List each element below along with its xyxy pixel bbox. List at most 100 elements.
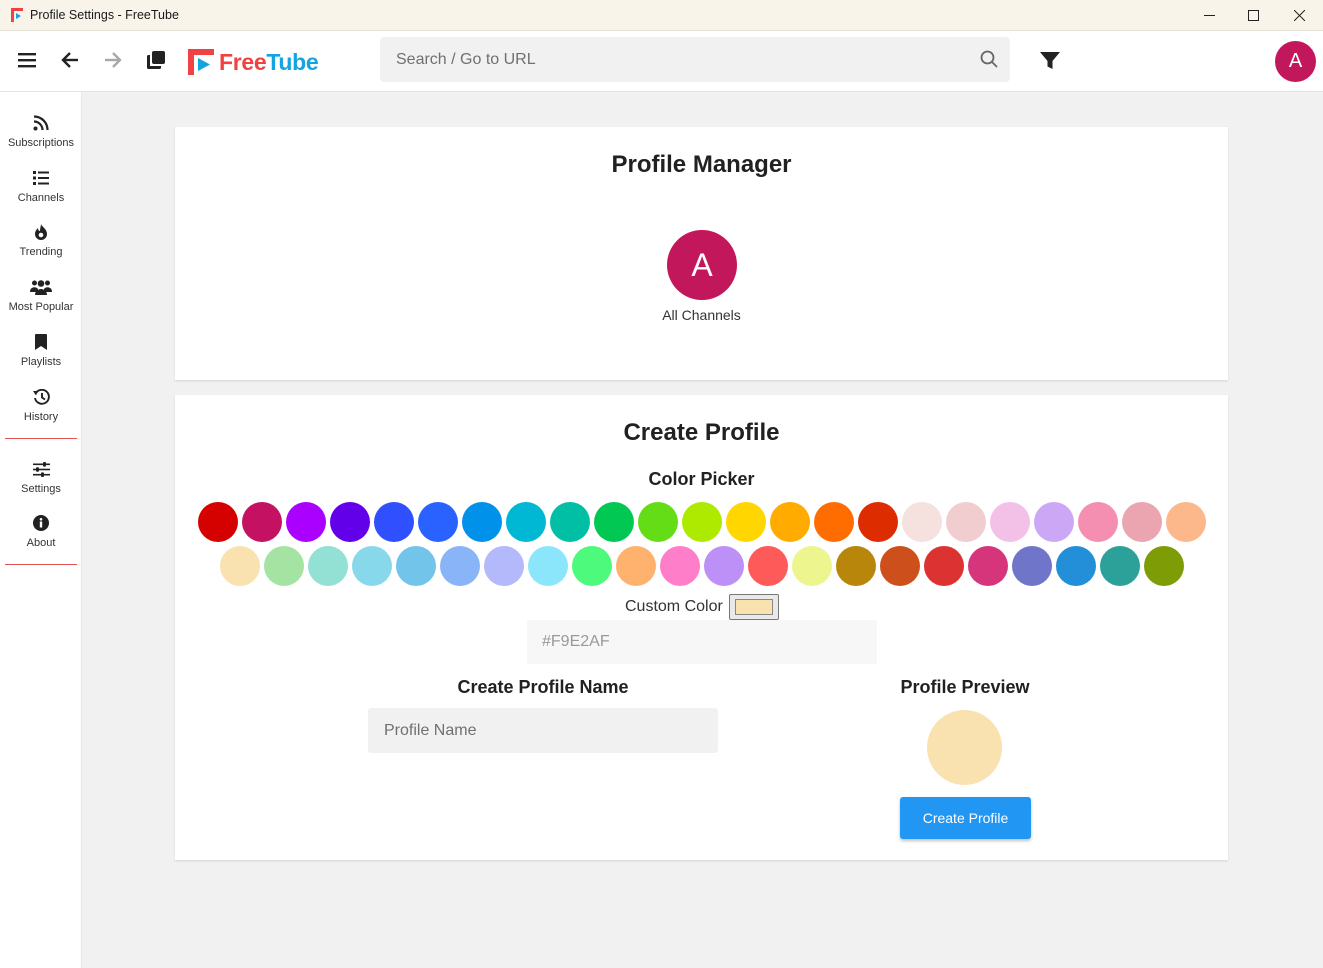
bookmark-icon xyxy=(35,334,47,350)
sidebar-item-label: Subscriptions xyxy=(7,137,75,149)
search-input[interactable] xyxy=(380,37,960,82)
color-swatch[interactable] xyxy=(615,546,656,586)
color-swatch[interactable] xyxy=(461,502,502,542)
color-swatch[interactable] xyxy=(1033,502,1074,542)
sidebar-item-subscriptions[interactable]: Subscriptions xyxy=(0,106,82,158)
color-swatch[interactable] xyxy=(1165,502,1206,542)
maximize-button[interactable] xyxy=(1230,0,1276,31)
hex-color-input[interactable] xyxy=(527,620,877,664)
profile-preview-circle xyxy=(927,710,1002,785)
custom-color-picker[interactable] xyxy=(728,594,779,620)
sidebar-item-history[interactable]: History xyxy=(0,380,82,432)
history-icon xyxy=(32,389,50,405)
color-swatch[interactable] xyxy=(945,502,986,542)
color-swatch[interactable] xyxy=(439,546,480,586)
color-swatch[interactable] xyxy=(593,502,634,542)
color-swatch[interactable] xyxy=(769,502,810,542)
color-swatch[interactable] xyxy=(857,502,898,542)
color-swatch[interactable] xyxy=(395,546,436,586)
arrow-right-icon xyxy=(105,52,122,68)
color-swatch[interactable] xyxy=(483,546,524,586)
sidebar-item-label: Trending xyxy=(19,246,63,258)
color-swatch[interactable] xyxy=(351,546,392,586)
sliders-icon xyxy=(32,461,50,477)
create-profile-title: Create Profile xyxy=(623,419,780,446)
color-swatch[interactable] xyxy=(241,502,282,542)
sidebar-item-label: Channels xyxy=(17,192,65,204)
list-icon xyxy=(33,171,49,185)
sidebar-item-playlists[interactable]: Playlists xyxy=(0,325,82,377)
profile-manager-title: Profile Manager xyxy=(611,151,792,178)
search-filter-button[interactable] xyxy=(1036,47,1064,75)
window-title: Profile Settings - FreeTube xyxy=(30,8,179,22)
color-swatch[interactable] xyxy=(1077,502,1118,542)
color-swatch[interactable] xyxy=(263,546,304,586)
color-swatch[interactable] xyxy=(549,502,590,542)
profile-preview-label: Profile Preview xyxy=(900,677,1030,697)
minimize-icon xyxy=(1203,15,1215,16)
sidebar-item-trending[interactable]: Trending xyxy=(0,215,82,267)
color-swatch[interactable] xyxy=(285,502,326,542)
sidebar-item-channels[interactable]: Channels xyxy=(0,161,82,213)
search-box xyxy=(380,37,1010,82)
profile-manager-card: Profile Manager A All Channels xyxy=(175,127,1228,380)
color-swatch[interactable] xyxy=(197,502,238,542)
color-swatch[interactable] xyxy=(417,502,458,542)
filter-icon xyxy=(1040,52,1060,69)
freetube-logo[interactable]: Free Tube xyxy=(188,48,319,76)
forward-button[interactable] xyxy=(98,45,128,75)
color-swatch[interactable] xyxy=(791,546,832,586)
freetube-logo-icon xyxy=(188,49,214,75)
close-window-button[interactable] xyxy=(1276,0,1322,31)
arrow-left-icon xyxy=(61,52,78,68)
color-swatch[interactable] xyxy=(1143,546,1184,586)
minimize-button[interactable] xyxy=(1186,0,1232,31)
create-profile-button[interactable]: Create Profile xyxy=(900,797,1031,839)
color-swatch[interactable] xyxy=(637,502,678,542)
color-swatch[interactable] xyxy=(747,546,788,586)
sidebar-item-about[interactable]: About xyxy=(0,506,82,558)
color-swatch[interactable] xyxy=(725,502,766,542)
color-swatch[interactable] xyxy=(527,546,568,586)
color-swatch[interactable] xyxy=(571,546,612,586)
new-window-button[interactable] xyxy=(141,45,171,75)
color-swatch[interactable] xyxy=(835,546,876,586)
sidebar-item-most-popular[interactable]: Most Popular xyxy=(0,270,82,322)
profile-bubble-all-channels[interactable]: A xyxy=(667,230,737,300)
profile-avatar-button[interactable]: A xyxy=(1275,41,1316,82)
color-swatch[interactable] xyxy=(1055,546,1096,586)
top-nav: FreeTube A xyxy=(0,31,1323,92)
color-swatch[interactable] xyxy=(329,502,370,542)
sidebar-item-label: About xyxy=(26,537,56,549)
color-swatch[interactable] xyxy=(659,546,700,586)
logo-text-free: Free xyxy=(219,48,267,75)
color-swatch[interactable] xyxy=(219,546,260,586)
color-swatch[interactable] xyxy=(879,546,920,586)
color-swatch[interactable] xyxy=(923,546,964,586)
back-button[interactable] xyxy=(55,45,85,75)
custom-color-label: Custom Color xyxy=(625,598,723,615)
sidebar-divider xyxy=(5,564,77,565)
sidebar-item-label: History xyxy=(23,411,59,423)
color-swatch[interactable] xyxy=(813,502,854,542)
color-swatch[interactable] xyxy=(1121,502,1162,542)
color-swatch[interactable] xyxy=(1099,546,1140,586)
sidebar-item-settings[interactable]: Settings xyxy=(0,452,82,504)
menu-button[interactable] xyxy=(12,45,42,75)
create-profile-name-label: Create Profile Name xyxy=(457,677,629,697)
color-swatch[interactable] xyxy=(307,546,348,586)
color-swatch[interactable] xyxy=(703,546,744,586)
color-swatch[interactable] xyxy=(681,502,722,542)
color-swatch[interactable] xyxy=(505,502,546,542)
search-icon[interactable] xyxy=(980,50,998,68)
logo-text-tube: Tube xyxy=(266,48,319,75)
create-profile-card: Create Profile Color Picker Custom Color… xyxy=(175,395,1228,860)
color-swatch[interactable] xyxy=(901,502,942,542)
color-swatch[interactable] xyxy=(989,502,1030,542)
color-swatch[interactable] xyxy=(1011,546,1052,586)
color-swatch[interactable] xyxy=(967,546,1008,586)
profile-name-input[interactable] xyxy=(368,708,718,753)
title-bar: Profile Settings - FreeTube xyxy=(0,0,1323,31)
color-swatch[interactable] xyxy=(373,502,414,542)
rss-icon xyxy=(33,115,49,131)
